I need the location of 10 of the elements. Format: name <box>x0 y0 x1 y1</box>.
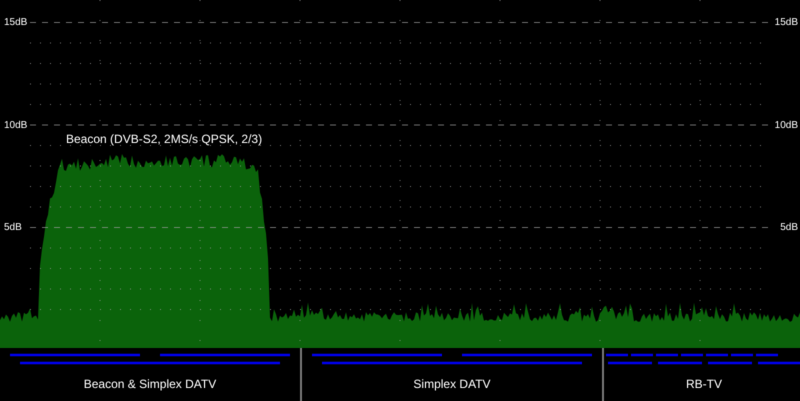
axis-label: 5dB <box>780 222 798 234</box>
axis-label: 15dB <box>774 17 798 29</box>
axis-label: 15dB <box>4 17 28 29</box>
band-label: Simplex DATV <box>413 377 491 391</box>
signal-annotation: Beacon (DVB-S2, 2MS/s QPSK, 2/3) <box>66 132 262 146</box>
band-label: RB-TV <box>686 377 722 391</box>
axis-label: 5dB <box>4 222 22 234</box>
axis-label: 10dB <box>4 120 28 132</box>
band-label: Beacon & Simplex DATV <box>84 377 216 391</box>
axis-label: 10dB <box>774 120 798 132</box>
